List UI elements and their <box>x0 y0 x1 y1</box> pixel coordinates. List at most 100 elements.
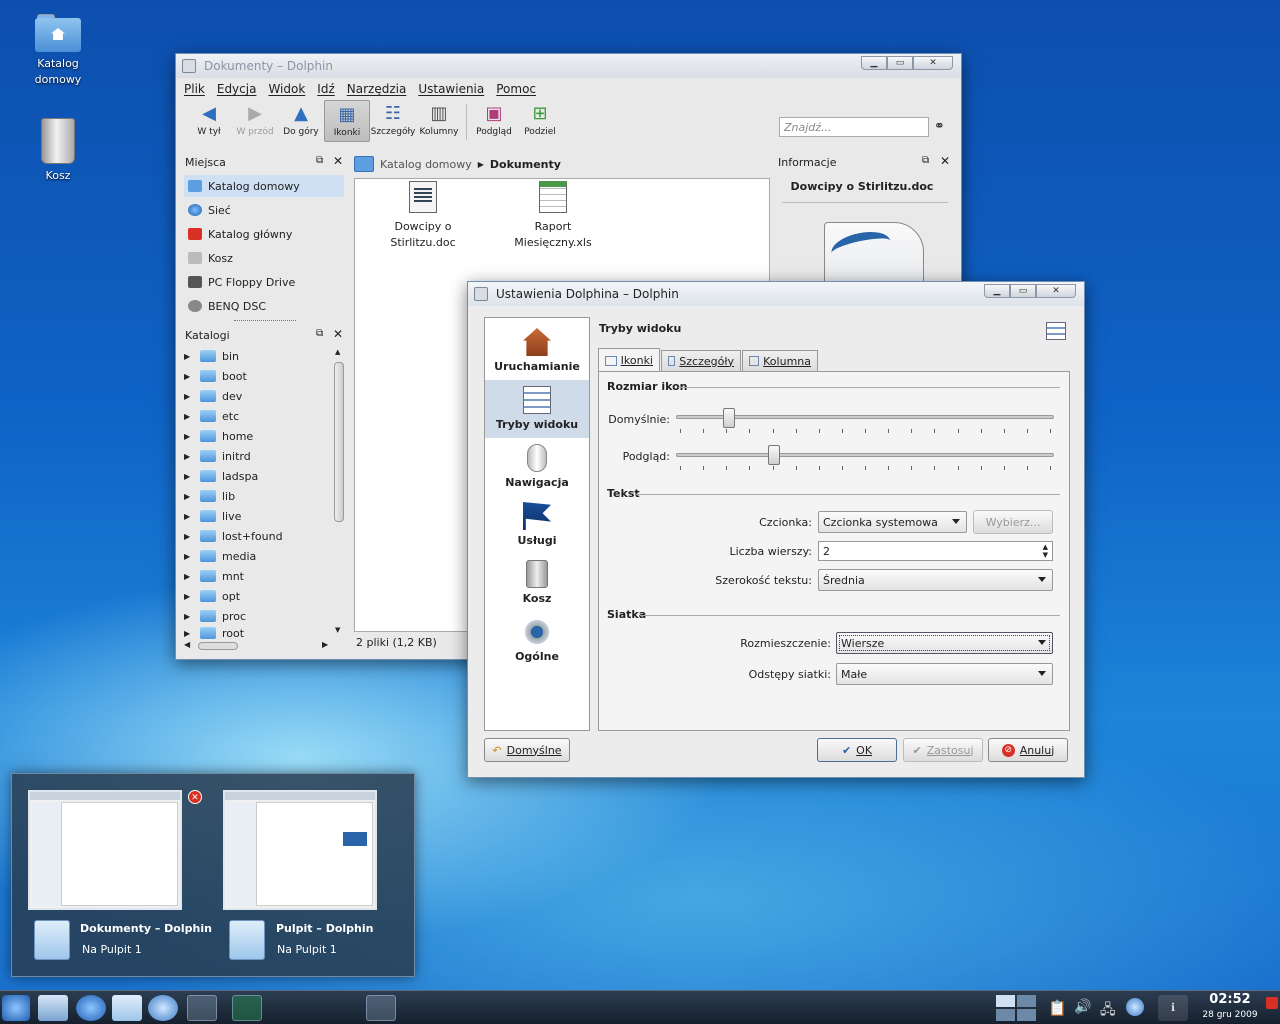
tree-item-lost-found[interactable]: ▶ lost+found <box>184 526 283 546</box>
binoculars-icon[interactable]: ⚭ <box>934 119 945 134</box>
close-panel-icon[interactable]: ✕ <box>940 154 950 168</box>
maximize-button[interactable]: ▭ <box>887 56 913 70</box>
menu-widok[interactable]: Widok <box>268 82 305 96</box>
search-input[interactable]: Znajdź... <box>779 117 929 137</box>
tree-hscrollbar[interactable]: ◀ ▶ <box>184 640 334 652</box>
place-root[interactable]: Katalog główny <box>184 223 344 245</box>
taskbar-network[interactable] <box>232 995 262 1021</box>
expand-arrow-icon[interactable]: ▶ <box>184 592 194 601</box>
tree-item-root[interactable]: ▶ root <box>184 626 244 640</box>
expand-arrow-icon[interactable]: ▶ <box>184 532 194 541</box>
desktop-icon-trash[interactable]: Kosz <box>18 118 98 184</box>
sidebar-item-view-modes[interactable]: Tryby widoku <box>485 380 589 438</box>
info-icon[interactable]: ℹ <box>1158 995 1188 1021</box>
slider-preview-handle[interactable] <box>768 445 781 465</box>
icons-view-button[interactable]: ▦ Ikonki <box>324 100 370 142</box>
tree-item-opt[interactable]: ▶ opt <box>184 586 240 606</box>
expand-arrow-icon[interactable]: ▶ <box>184 372 194 381</box>
sidebar-item-startup[interactable]: Uruchamianie <box>485 322 589 380</box>
menu-plik[interactable]: Plik <box>184 82 205 96</box>
apply-button[interactable]: ✔ Zastosuj <box>903 738 983 762</box>
tree-item-mnt[interactable]: ▶ mnt <box>184 566 244 586</box>
scroll-down-icon[interactable]: ▼ <box>335 626 340 634</box>
scroll-thumb[interactable] <box>198 642 238 650</box>
dolphin-titlebar[interactable]: Dokumenty – Dolphin ▁ ▭ ✕ <box>176 54 961 78</box>
window-thumbnail[interactable] <box>223 790 377 910</box>
expand-arrow-icon[interactable]: ▶ <box>184 472 194 481</box>
browser-tray-icon[interactable] <box>1126 998 1144 1016</box>
tree-item-etc[interactable]: ▶ etc <box>184 406 239 426</box>
monitor-icon[interactable] <box>38 995 68 1021</box>
cancel-button[interactable]: ⊘ Anuluj <box>988 738 1068 762</box>
choose-font-button[interactable]: Wybierz... <box>973 510 1053 534</box>
close-button[interactable]: ✕ <box>913 56 953 70</box>
details-view-button[interactable]: ☷ Szczegóły <box>370 100 416 142</box>
window-thumbnail[interactable] <box>28 790 182 910</box>
float-panel-icon[interactable]: ⧉ <box>316 328 323 339</box>
expand-arrow-icon[interactable]: ▶ <box>184 492 194 501</box>
panel-divider[interactable] <box>234 320 296 321</box>
expand-arrow-icon[interactable]: ▶ <box>184 432 194 441</box>
settings-titlebar[interactable]: Ustawienia Dolphina – Dolphin ▁ ▭ ✕ <box>468 282 1084 306</box>
defaults-button[interactable]: ↶ Domyślne <box>484 738 570 762</box>
expand-arrow-icon[interactable]: ▶ <box>184 452 194 461</box>
place-trash[interactable]: Kosz <box>184 247 344 269</box>
place-camera[interactable]: BENQ DSC <box>184 295 344 317</box>
arrangement-select[interactable]: Wiersze <box>836 632 1053 654</box>
tree-item-bin[interactable]: ▶ bin <box>184 346 239 366</box>
clock[interactable]: 02:52 28 gru 2009 <box>1192 991 1268 1021</box>
up-button[interactable]: ▲ Do góry <box>278 100 324 142</box>
font-select[interactable]: Czcionka systemowa <box>818 511 967 533</box>
lines-spinbox[interactable]: 2 ▲ ▼ <box>818 541 1053 561</box>
sidebar-item-trash[interactable]: Kosz <box>485 554 589 612</box>
preview-button[interactable]: ▣ Podgląd <box>471 100 517 142</box>
tree-item-media[interactable]: ▶ media <box>184 546 256 566</box>
place-network[interactable]: Sieć <box>184 199 344 221</box>
slider-default-handle[interactable] <box>722 408 735 428</box>
taskbar-window[interactable] <box>325 995 355 1021</box>
minimize-button[interactable]: ▁ <box>984 284 1010 298</box>
menu-edycja[interactable]: Edycja <box>217 82 257 96</box>
split-button[interactable]: ⊞ Podziel <box>517 100 563 142</box>
globe-icon[interactable] <box>76 995 106 1021</box>
menu-idz[interactable]: Idź <box>317 82 334 96</box>
network-icon[interactable]: 🖧 <box>1100 999 1116 1023</box>
expand-arrow-icon[interactable]: ▶ <box>184 352 194 361</box>
maximize-button[interactable]: ▭ <box>1010 284 1036 298</box>
tree-item-lib[interactable]: ▶ lib <box>184 486 235 506</box>
tree-item-live[interactable]: ▶ live <box>184 506 241 526</box>
close-panel-icon[interactable]: ✕ <box>333 327 343 341</box>
scroll-right-icon[interactable]: ▶ <box>322 640 328 649</box>
close-button[interactable]: ✕ <box>1036 284 1076 298</box>
place-home[interactable]: Katalog domowy <box>184 175 344 197</box>
taskbar-app[interactable] <box>280 995 310 1021</box>
back-button[interactable]: ◀ W tył <box>186 100 232 142</box>
kde-menu-icon[interactable] <box>2 995 30 1021</box>
tree-item-boot[interactable]: ▶ boot <box>184 366 247 386</box>
ok-button[interactable]: ✔ OK <box>817 738 897 762</box>
expand-arrow-icon[interactable]: ▶ <box>184 572 194 581</box>
tree-item-ladspa[interactable]: ▶ ladspa <box>184 466 258 486</box>
desktop-icon-home[interactable]: Katalog domowy <box>18 14 98 88</box>
expand-arrow-icon[interactable]: ▶ <box>184 612 194 621</box>
tab-icons[interactable]: Ikonki <box>598 348 660 372</box>
spin-arrows-icon[interactable]: ▲ ▼ <box>1043 543 1048 559</box>
clipboard-icon[interactable]: 📋 <box>1048 999 1067 1017</box>
menu-narzedzia[interactable]: Narzędzia <box>347 82 407 96</box>
tab-column[interactable]: Kolumna <box>742 350 818 372</box>
expand-arrow-icon[interactable]: ▶ <box>184 552 194 561</box>
tree-item-initrd[interactable]: ▶ initrd <box>184 446 251 466</box>
scroll-thumb[interactable] <box>334 362 344 522</box>
scroll-left-icon[interactable]: ◀ <box>184 640 190 649</box>
tree-vscrollbar[interactable]: ▲ ▼ <box>333 348 345 638</box>
pager[interactable] <box>996 995 1036 1021</box>
file-item[interactable]: Dowcipy o Stirlitzu.doc <box>375 181 471 251</box>
slider-preview-track[interactable] <box>676 453 1054 457</box>
taskbar-dolphin[interactable] <box>187 995 217 1021</box>
minimize-button[interactable]: ▁ <box>861 56 887 70</box>
expand-arrow-icon[interactable]: ▶ <box>184 512 194 521</box>
grid-spacing-select[interactable]: Małe <box>836 663 1053 685</box>
breadcrumb-home[interactable]: Katalog domowy <box>380 158 472 171</box>
text-width-select[interactable]: Średnia <box>818 569 1053 591</box>
volume-icon[interactable]: 🔊 <box>1074 999 1091 1015</box>
